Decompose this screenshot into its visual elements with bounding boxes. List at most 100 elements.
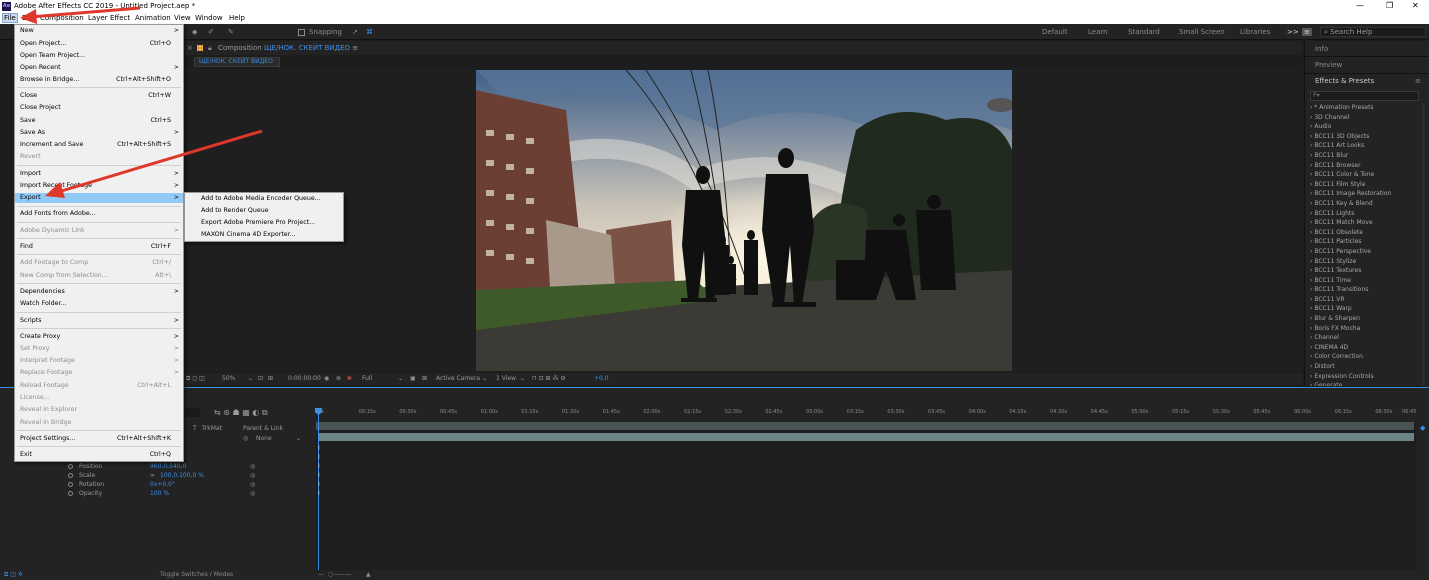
effects-category-item[interactable]: › Expression Controls <box>1310 372 1420 382</box>
file-menu-item-exit[interactable]: Exit Ctrl+Q <box>15 450 183 460</box>
snapping-options-icon[interactable]: ↗ <box>352 28 358 36</box>
channel-icon[interactable]: ❀ <box>347 375 352 382</box>
file-menu-item-create-proxy[interactable]: Create Proxy > <box>15 332 183 342</box>
panel-menu-icon[interactable]: ≡ <box>352 44 358 52</box>
effects-category-item[interactable]: › BCC11 Browser <box>1310 161 1420 171</box>
effects-category-item[interactable]: › BCC11 Image Restoration <box>1310 189 1420 199</box>
file-menu-item-new[interactable]: New > <box>15 26 183 36</box>
parent-arrow-icon[interactable]: ⌄ <box>296 435 301 442</box>
layer-duration-bar[interactable] <box>318 433 1414 441</box>
effects-category-item[interactable]: › BCC11 Match Move <box>1310 218 1420 228</box>
effects-category-item[interactable]: › BCC11 Textures <box>1310 266 1420 276</box>
pickwhip-icon[interactable]: ◎ <box>250 463 255 470</box>
menu-edit[interactable]: Edit <box>22 14 36 22</box>
file-menu-item-reload-footage[interactable]: Reload Footage Ctrl+Alt+L <box>15 381 183 391</box>
zoom-in-icon[interactable]: ▲ <box>366 571 371 578</box>
zoom-out-icon[interactable]: — <box>318 571 324 578</box>
file-menu-item-adobe-dynamic-link[interactable]: Adobe Dynamic Link > <box>15 226 183 236</box>
timeline-tracks[interactable] <box>316 422 1416 570</box>
timeline-search-input[interactable] <box>185 408 200 417</box>
effects-category-item[interactable]: › BCC11 Particles <box>1310 237 1420 247</box>
parent-dropdown[interactable]: None <box>256 435 272 442</box>
position-value[interactable]: 960,0,540,0 <box>150 463 186 470</box>
file-menu-item-save[interactable]: Save Ctrl+S <box>15 116 183 126</box>
minimize-icon[interactable]: — <box>1356 1 1364 10</box>
effects-category-item[interactable]: › Distort <box>1310 362 1420 372</box>
stopwatch-icon[interactable] <box>68 464 73 469</box>
workspace-default[interactable]: Default <box>1042 28 1068 36</box>
file-menu-item-increment-and-save[interactable]: Increment and Save Ctrl+Alt+Shift+S <box>15 140 183 150</box>
workspaces-overflow-icon[interactable]: >> <box>1287 28 1299 36</box>
pickwhip-icon[interactable]: ◎ <box>250 490 255 497</box>
workspace-learn[interactable]: Learn <box>1088 28 1108 36</box>
effects-category-item[interactable]: › Channel <box>1310 333 1420 343</box>
effects-category-item[interactable]: › BCC11 3D Objects <box>1310 132 1420 142</box>
workspace-menu-icon[interactable]: ≡ <box>1302 28 1312 36</box>
preview-panel-tab[interactable]: Preview <box>1315 61 1342 69</box>
effects-category-item[interactable]: › Color Correction <box>1310 352 1420 362</box>
menu-effect[interactable]: Effect <box>110 14 130 22</box>
puppet-tool-icon[interactable]: ✎ <box>228 28 234 36</box>
stopwatch-icon[interactable] <box>68 473 73 478</box>
effects-category-item[interactable]: › BCC11 Warp <box>1310 304 1420 314</box>
file-menu-item-scripts[interactable]: Scripts > <box>15 316 183 326</box>
effects-category-item[interactable]: › BCC11 Lights <box>1310 209 1420 219</box>
effects-category-item[interactable]: › BCC11 Perspective <box>1310 247 1420 257</box>
effects-search-input[interactable]: Ρ▾ <box>1310 91 1419 101</box>
restore-icon[interactable]: ❐ <box>1386 1 1393 10</box>
snapshot-icon[interactable]: ◉ <box>324 375 329 382</box>
workspace-small-screen[interactable]: Small Screen <box>1179 28 1225 36</box>
workspace-libraries[interactable]: Libraries <box>1240 28 1270 36</box>
view-layout-dropdown[interactable]: 1 View <box>496 375 516 382</box>
menu-composition[interactable]: Composition <box>40 14 84 22</box>
file-menu-item-import-recent-footage[interactable]: Import Recent Footage > <box>15 181 183 191</box>
file-menu-item-open-recent[interactable]: Open Recent > <box>15 63 183 73</box>
effects-category-item[interactable]: › Boris FX Mocha <box>1310 324 1420 334</box>
effects-category-item[interactable]: › BCC11 Transitions <box>1310 285 1420 295</box>
menu-file[interactable]: File <box>2 13 18 23</box>
exposure-value[interactable]: +0,0 <box>594 375 609 382</box>
file-menu-item-open-project[interactable]: Open Project... Ctrl+O <box>15 39 183 49</box>
camera-arrow-icon[interactable]: ⌄ <box>482 375 487 382</box>
info-panel-tab[interactable]: Info <box>1315 45 1328 53</box>
toggle-switches-modes-button[interactable]: Toggle Switches / Modes <box>160 571 233 578</box>
effects-category-item[interactable]: › BCC11 Time <box>1310 276 1420 286</box>
resolution-dropdown[interactable]: Full <box>362 375 372 382</box>
file-menu-item-reveal-in-explorer[interactable]: Reveal in Explorer <box>15 405 183 415</box>
close-icon[interactable]: ✕ <box>1412 1 1419 10</box>
views-arrow-icon[interactable]: ⌄ <box>520 375 525 382</box>
file-menu-item-interpret-footage[interactable]: Interpret Footage > <box>15 356 183 366</box>
keyframe-marker[interactable]: I <box>318 445 320 452</box>
file-menu-item-revert[interactable]: Revert <box>15 152 183 162</box>
file-menu-item-close-project[interactable]: Close Project <box>15 103 183 113</box>
transparency-grid-icon[interactable]: ⊠ <box>422 375 427 382</box>
region-of-interest-icon[interactable]: ▣ <box>410 375 416 382</box>
resolution-arrow-icon[interactable]: ⌄ <box>398 375 403 382</box>
snapping-checkbox[interactable] <box>298 29 305 36</box>
opacity-value[interactable]: 100 % <box>150 490 169 497</box>
file-menu-item-license[interactable]: License... <box>15 393 183 403</box>
effects-category-item[interactable]: › Audio <box>1310 122 1420 132</box>
effects-category-item[interactable]: › BCC11 Key & Blend <box>1310 199 1420 209</box>
menu-help[interactable]: Help <box>229 14 245 22</box>
keyframe-marker[interactable]: I <box>318 472 320 479</box>
zoom-slider[interactable]: ○——— <box>328 571 351 578</box>
rotation-value[interactable]: 0x+0,0° <box>150 481 175 488</box>
panel-menu-icon[interactable]: ≡ <box>1415 77 1421 85</box>
maxon-cinema4d-exporter-item[interactable]: MAXON Cinema 4D Exporter... <box>201 231 296 238</box>
file-menu-item-browse-in-bridge[interactable]: Browse in Bridge... Ctrl+Alt+Shift+O <box>15 75 183 85</box>
zoom-dropdown[interactable]: 50% <box>222 375 235 382</box>
keyframe-marker[interactable]: I <box>318 490 320 497</box>
show-snapshot-icon[interactable]: ⊗ <box>336 375 341 382</box>
menu-layer[interactable]: Layer <box>88 14 108 22</box>
effects-category-item[interactable]: › BCC11 Film Style <box>1310 180 1420 190</box>
constrain-proportions-icon[interactable]: ∞ <box>150 472 155 479</box>
composition-tab[interactable]: ЩЕ/НОК. СКЕЙТ ВИДЕО <box>194 57 280 67</box>
pickwhip-icon[interactable]: ◎ <box>250 472 255 479</box>
menu-animation[interactable]: Animation <box>135 14 171 22</box>
file-menu-item-export[interactable]: Export > <box>15 193 183 203</box>
effects-category-item[interactable]: › BCC11 VR <box>1310 295 1420 305</box>
effects-category-item[interactable]: › Blur & Sharpen <box>1310 314 1420 324</box>
pen-tool-icon[interactable]: ✐ <box>208 28 214 36</box>
camera-dropdown[interactable]: Active Camera <box>436 375 480 382</box>
